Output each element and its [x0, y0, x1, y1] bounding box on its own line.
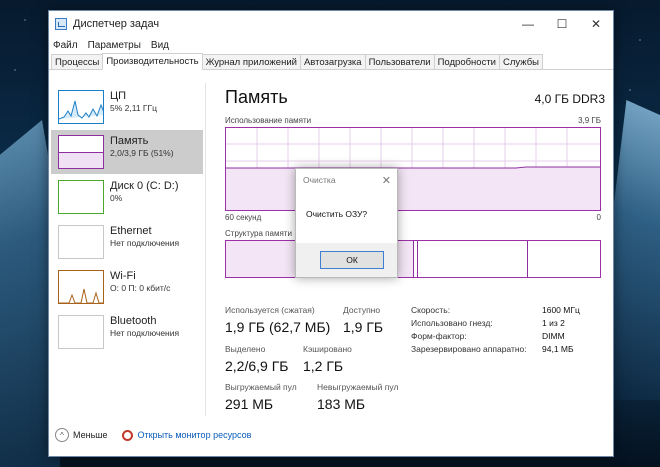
memory-structure-label: Структура памяти — [225, 229, 292, 238]
resource-item-wifi[interactable]: Wi-Fi О: 0 П: 0 кбит/с — [51, 265, 203, 309]
dialog-close-icon[interactable]: ✕ — [382, 174, 391, 187]
tab-performance[interactable]: Производительность — [102, 53, 203, 70]
speed-value: 1600 МГц — [542, 305, 580, 315]
composition-standby — [418, 241, 528, 277]
window-title: Диспетчер задач — [73, 18, 160, 30]
resource-detail-disk: 0% — [110, 193, 123, 203]
form-factor-label: Форм-фактор: — [411, 331, 467, 341]
minimize-icon: — — [522, 17, 534, 31]
maximize-button[interactable]: ☐ — [545, 11, 579, 37]
cached-value: 1,2 ГБ — [303, 358, 344, 374]
memory-usage-label: Использование памяти — [225, 116, 312, 125]
dialog-message: Очистить ОЗУ? — [306, 209, 368, 219]
bluetooth-thumbnail-graph — [58, 315, 104, 349]
maximize-icon: ☐ — [556, 17, 568, 31]
in-use-label: Используется (сжатая) — [225, 305, 315, 315]
resource-list: ЦП 5% 2,11 ГГц Память 2,0/3,9 ГБ (51%) Д… — [49, 83, 206, 416]
tab-startup[interactable]: Автозагрузка — [299, 54, 366, 69]
ok-button[interactable]: ОК — [320, 251, 384, 269]
graph-time-left: 60 секунд — [225, 213, 262, 222]
speed-label: Скорость: — [411, 305, 451, 315]
wifi-thumbnail-graph — [58, 270, 104, 304]
menu-bar: Файл Параметры Вид — [49, 37, 613, 54]
cpu-thumbnail-graph — [58, 90, 104, 124]
tab-services[interactable]: Службы — [499, 54, 543, 69]
tab-bar: Процессы Производительность Журнал прило… — [49, 53, 613, 70]
nonpaged-pool-value: 183 МБ — [317, 396, 366, 412]
resource-detail-ethernet: Нет подключения — [110, 238, 180, 248]
graph-time-right: 0 — [596, 213, 601, 222]
dialog-footer: ОК — [296, 243, 397, 277]
committed-value: 2,2/6,9 ГБ — [225, 358, 289, 374]
close-button[interactable]: ✕ — [579, 11, 613, 37]
menu-view[interactable]: Вид — [151, 40, 169, 51]
memory-thumbnail-graph — [58, 135, 104, 169]
resource-detail-cpu: 5% 2,11 ГГц — [110, 103, 157, 113]
memory-usage-max: 3,9 ГБ — [578, 116, 601, 125]
memory-composition-bar — [225, 240, 601, 278]
resource-detail-bluetooth: Нет подключения — [110, 328, 180, 338]
cached-label: Кэшировано — [303, 344, 352, 354]
resource-detail-wifi: О: 0 П: 0 кбит/с — [110, 283, 171, 293]
memory-usage-graph — [225, 127, 601, 211]
hardware-reserved-value: 94,1 МБ — [542, 344, 574, 354]
ethernet-thumbnail-graph — [58, 225, 104, 259]
memory-details-pane: Память 4,0 ГБ DDR3 Использование памяти … — [225, 83, 605, 416]
resource-name-bluetooth: Bluetooth — [110, 315, 157, 327]
resource-item-cpu[interactable]: ЦП 5% 2,11 ГГц — [51, 85, 203, 129]
tab-processes[interactable]: Процессы — [51, 54, 104, 69]
hardware-reserved-label: Зарезервировано аппаратно: — [411, 344, 527, 354]
nonpaged-pool-label: Невыгружаемый пул — [317, 382, 399, 392]
slots-label: Использовано гнезд: — [411, 318, 493, 328]
menu-file[interactable]: Файл — [53, 40, 78, 51]
resource-monitor-icon — [121, 429, 133, 441]
memory-heading: Память — [225, 87, 288, 107]
slots-value: 1 из 2 — [542, 318, 565, 328]
title-bar[interactable]: Диспетчер задач — ☐ ✕ — [49, 11, 613, 37]
form-factor-value: DIMM — [542, 331, 565, 341]
clear-ram-dialog: Очистка ✕ Очистить ОЗУ? ОК — [295, 168, 398, 278]
resource-name-memory: Память — [110, 135, 149, 147]
open-resource-monitor-link[interactable]: Открыть монитор ресурсов — [138, 430, 252, 440]
memory-spec: 4,0 ГБ DDR3 — [534, 92, 605, 106]
menu-options[interactable]: Параметры — [88, 40, 141, 51]
available-value: 1,9 ГБ — [343, 319, 384, 335]
in-use-value: 1,9 ГБ (62,7 МБ) — [225, 319, 331, 335]
minimize-button[interactable]: — — [511, 11, 545, 37]
paged-pool-value: 291 МБ — [225, 396, 274, 412]
fewer-details-link[interactable]: Меньше — [73, 430, 108, 440]
tab-users[interactable]: Пользователи — [364, 54, 435, 69]
paged-pool-label: Выгружаемый пул — [225, 382, 297, 392]
resource-name-wifi: Wi-Fi — [110, 270, 136, 282]
footer-bar: ^ Меньше Открыть монитор ресурсов — [49, 414, 613, 456]
tab-app-history[interactable]: Журнал приложений — [201, 54, 301, 69]
resource-item-bluetooth[interactable]: Bluetooth Нет подключения — [51, 310, 203, 354]
chevron-up-icon[interactable]: ^ — [55, 428, 69, 442]
resource-item-ethernet[interactable]: Ethernet Нет подключения — [51, 220, 203, 264]
resource-item-disk[interactable]: Диск 0 (C: D:) 0% — [51, 175, 203, 219]
task-manager-icon — [55, 18, 67, 30]
tab-details[interactable]: Подробности — [433, 54, 500, 69]
resource-detail-memory: 2,0/3,9 ГБ (51%) — [110, 148, 174, 158]
resource-name-ethernet: Ethernet — [110, 225, 152, 237]
committed-label: Выделено — [225, 344, 266, 354]
available-label: Доступно — [343, 305, 381, 315]
close-icon: ✕ — [590, 17, 602, 31]
resource-name-cpu: ЦП — [110, 90, 127, 102]
resource-name-disk: Диск 0 (C: D:) — [110, 180, 179, 192]
disk-thumbnail-graph — [58, 180, 104, 214]
resource-item-memory[interactable]: Память 2,0/3,9 ГБ (51%) — [51, 130, 203, 174]
